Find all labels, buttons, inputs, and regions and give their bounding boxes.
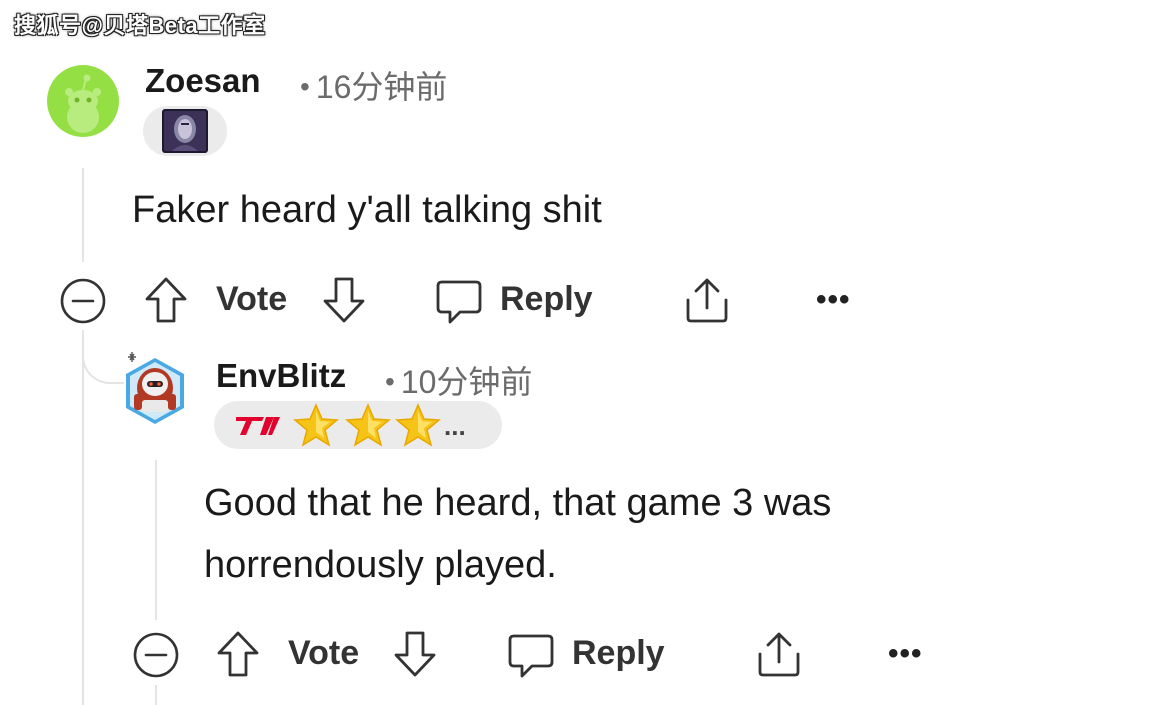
reply-label: Reply bbox=[572, 634, 665, 672]
avatar[interactable] bbox=[47, 65, 119, 137]
timestamp-text: 10分钟前 bbox=[400, 364, 533, 400]
vote-label: Vote bbox=[216, 280, 288, 318]
star-icon bbox=[293, 403, 339, 447]
downvote-button[interactable] bbox=[321, 275, 367, 325]
timestamp: • 16分钟前 bbox=[300, 69, 448, 105]
t1-logo-icon bbox=[236, 417, 280, 435]
collapse-icon bbox=[133, 632, 179, 678]
star-icon bbox=[345, 403, 391, 447]
comment-body-line: Good that he heard, that game 3 was bbox=[204, 482, 832, 524]
user-flair bbox=[143, 106, 227, 156]
thread-connector bbox=[82, 330, 124, 384]
share-icon bbox=[686, 278, 728, 323]
star-icon bbox=[395, 403, 441, 447]
user-flair: ... bbox=[214, 401, 502, 449]
downvote-button[interactable] bbox=[392, 629, 438, 679]
upvote-button[interactable] bbox=[143, 275, 189, 325]
flair-more: ... bbox=[444, 411, 466, 441]
more-options-button[interactable]: ••• bbox=[816, 283, 851, 317]
thread-line bbox=[82, 330, 84, 705]
username[interactable]: EnvBlitz bbox=[216, 357, 346, 395]
timestamp: • 10分钟前 bbox=[385, 364, 533, 400]
chat-bubble-icon bbox=[436, 280, 482, 324]
arrow-up-icon bbox=[145, 277, 187, 323]
arrow-down-icon bbox=[394, 631, 436, 677]
more-options-button[interactable]: ••• bbox=[888, 637, 923, 671]
timestamp-text: 16分钟前 bbox=[315, 69, 448, 105]
robot-avatar-icon bbox=[126, 352, 184, 424]
champion-portrait-icon bbox=[162, 109, 208, 153]
thread-line-child bbox=[155, 460, 157, 620]
thread-line-child bbox=[155, 685, 157, 705]
chat-bubble-icon bbox=[508, 634, 554, 678]
reply-button[interactable]: Reply bbox=[506, 632, 756, 682]
arrow-down-icon bbox=[323, 277, 365, 323]
arrow-up-icon bbox=[217, 631, 259, 677]
thread-line bbox=[82, 168, 84, 262]
watermark-text: 搜狐号@贝塔Beta工作室 bbox=[14, 13, 266, 38]
share-button[interactable] bbox=[755, 630, 803, 678]
comment-body: Faker heard y'all talking shit bbox=[132, 189, 602, 231]
snoo-avatar-icon bbox=[47, 65, 119, 137]
collapse-icon bbox=[60, 278, 106, 324]
collapse-button[interactable] bbox=[59, 277, 107, 325]
avatar[interactable] bbox=[120, 350, 190, 432]
share-button[interactable] bbox=[683, 276, 731, 324]
share-icon bbox=[758, 632, 800, 677]
reply-label: Reply bbox=[500, 280, 593, 318]
vote-label: Vote bbox=[288, 634, 360, 672]
comment-body-line: horrendously played. bbox=[204, 544, 557, 586]
collapse-button[interactable] bbox=[132, 631, 180, 679]
upvote-button[interactable] bbox=[215, 629, 261, 679]
reply-button[interactable]: Reply bbox=[434, 278, 684, 328]
username[interactable]: Zoesan bbox=[145, 62, 261, 100]
